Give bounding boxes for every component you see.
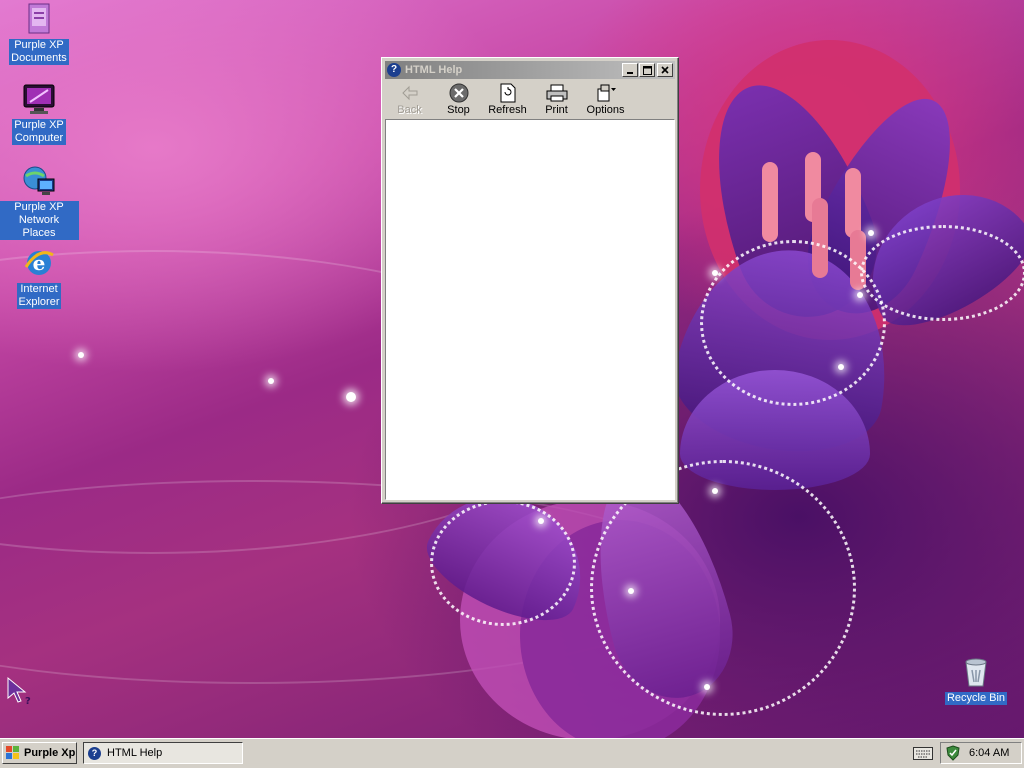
html-help-window[interactable]: ? HTML Help Back Stop Refresh Print Opti… bbox=[381, 57, 679, 504]
sparkle-trail bbox=[860, 225, 1024, 321]
desktop-icon-internet-explorer[interactable]: e Internet Explorer bbox=[0, 246, 79, 309]
print-label: Print bbox=[545, 104, 568, 116]
start-label: Purple Xp bbox=[24, 747, 76, 759]
options-button[interactable]: Options bbox=[581, 81, 630, 116]
stop-icon bbox=[448, 83, 470, 103]
sparkle bbox=[628, 588, 634, 594]
title-bar[interactable]: ? HTML Help bbox=[385, 61, 675, 79]
flower-stamen bbox=[845, 168, 861, 238]
network-places-icon bbox=[22, 164, 56, 198]
sparkle bbox=[868, 230, 874, 236]
sparkle bbox=[78, 352, 84, 358]
desktop-icon-network-places[interactable]: Purple XP Network Places bbox=[0, 164, 79, 240]
back-arrow-icon bbox=[399, 83, 421, 103]
desktop-icon-label: Purple XP Documents bbox=[9, 39, 69, 65]
internet-explorer-icon: e bbox=[22, 246, 56, 280]
sparkle bbox=[346, 392, 356, 402]
window-title: HTML Help bbox=[405, 64, 463, 76]
back-label: Back bbox=[397, 104, 422, 116]
print-button[interactable]: Print bbox=[532, 81, 581, 116]
sparkle bbox=[268, 378, 274, 384]
refresh-button[interactable]: Refresh bbox=[483, 81, 532, 116]
minimize-icon bbox=[627, 72, 633, 74]
back-button[interactable]: Back bbox=[385, 81, 434, 116]
sparkle-trail bbox=[700, 240, 886, 406]
close-button[interactable] bbox=[657, 63, 673, 77]
security-shield-icon[interactable] bbox=[945, 745, 961, 761]
maximize-icon bbox=[642, 65, 652, 75]
help-content-pane[interactable] bbox=[385, 119, 675, 500]
sparkle bbox=[538, 518, 544, 524]
documents-icon bbox=[22, 2, 56, 36]
help-toolbar: Back Stop Refresh Print Options bbox=[385, 81, 675, 119]
desktop-icon-documents[interactable]: Purple XP Documents bbox=[0, 2, 79, 65]
start-button[interactable]: Purple Xp bbox=[2, 742, 77, 764]
windows-logo-icon bbox=[6, 746, 21, 760]
options-icon bbox=[595, 83, 617, 103]
sparkle bbox=[838, 364, 844, 370]
sparkle-trail bbox=[430, 500, 576, 626]
close-icon bbox=[661, 66, 669, 74]
desktop-icon-label: Purple XP Computer bbox=[12, 119, 66, 145]
help-icon: ? bbox=[387, 63, 401, 77]
flower-stamen bbox=[762, 162, 778, 242]
desktop-icon-label: Purple XP Network Places bbox=[0, 201, 79, 240]
desktop-icon-computer[interactable]: Purple XP Computer bbox=[0, 82, 79, 145]
taskbar: Purple Xp ? HTML Help 6:04 AM bbox=[0, 738, 1024, 768]
minimize-button[interactable] bbox=[622, 63, 638, 77]
computer-icon bbox=[22, 82, 56, 116]
help-icon: ? bbox=[88, 746, 101, 760]
desktop: Purple XP Documents Purple XP Computer P… bbox=[0, 0, 1024, 738]
desktop-icon-label: Internet Explorer bbox=[16, 283, 62, 309]
system-tray: 6:04 AM bbox=[940, 742, 1022, 764]
taskbar-item-label: HTML Help bbox=[107, 747, 163, 759]
stop-label: Stop bbox=[447, 104, 470, 116]
options-label: Options bbox=[586, 104, 625, 116]
printer-icon bbox=[546, 83, 568, 103]
clock[interactable]: 6:04 AM bbox=[969, 747, 1009, 759]
sparkle bbox=[704, 684, 710, 690]
sparkle bbox=[712, 270, 718, 276]
keyboard-icon[interactable] bbox=[913, 747, 933, 760]
recycle-bin-icon bbox=[959, 655, 993, 689]
taskbar-item-html-help[interactable]: ? HTML Help bbox=[83, 742, 243, 764]
stop-button[interactable]: Stop bbox=[434, 81, 483, 116]
sparkle bbox=[712, 488, 718, 494]
refresh-icon bbox=[497, 83, 519, 103]
sparkle bbox=[857, 292, 863, 298]
desktop-icon-label: Recycle Bin bbox=[944, 692, 1008, 705]
help-cursor-icon: ? bbox=[6, 676, 36, 707]
svg-text:?: ? bbox=[25, 696, 31, 706]
refresh-label: Refresh bbox=[488, 104, 527, 116]
desktop-icon-recycle-bin[interactable]: Recycle Bin bbox=[940, 655, 1012, 705]
maximize-button[interactable] bbox=[639, 63, 655, 77]
